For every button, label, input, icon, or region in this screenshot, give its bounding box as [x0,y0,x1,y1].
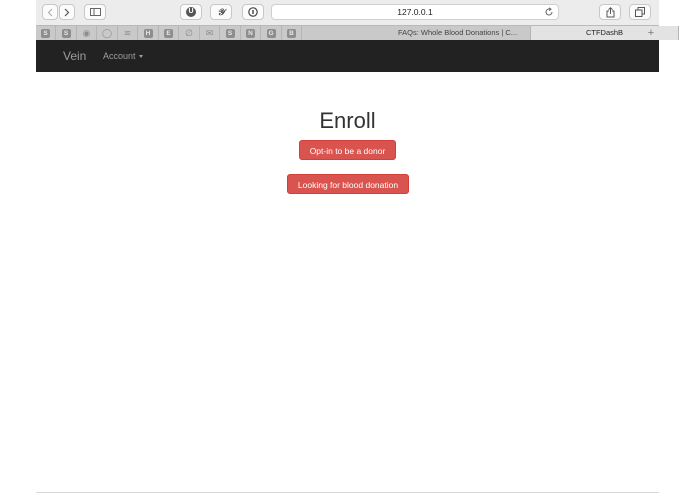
g-icon: G [266,28,276,38]
pinned-tab[interactable]: S [221,26,241,40]
opt-in-donor-button[interactable]: Opt-in to be a donor [299,140,396,160]
n-icon: N [246,28,255,38]
footer-divider [36,492,659,493]
pinned-tab[interactable]: ◉ [77,26,97,40]
extension-y-button[interactable]: 𝒴 [210,4,232,20]
pinned-tab[interactable]: N [241,26,261,40]
share-icon [606,6,614,17]
mail-icon: ✉ [205,27,214,38]
looking-for-donation-button[interactable]: Looking for blood donation [287,174,409,194]
browser-toolbar: U 𝒴 127.0.0.1 [36,0,659,25]
h-icon: H [143,28,153,38]
info-icon [248,7,258,17]
pinned-tab[interactable]: H [139,26,159,40]
tabs-icon [635,7,645,17]
pinned-tab[interactable]: ∅ [180,26,200,40]
new-tab-button[interactable]: + [643,26,659,40]
s-icon: S [225,28,235,38]
account-label: Account [103,51,136,61]
share-button[interactable] [599,4,621,20]
tab-bar: S S ◉ ◯ ≋ H E ∅ ✉ S N G B FAQs: Whole Blood Donation… [36,25,679,40]
navbar: Vein Account [36,40,659,72]
forward-button[interactable] [59,4,75,20]
chevron-left-icon [47,8,53,16]
messenger-icon: ◉ [82,27,91,38]
e-icon: E [164,28,173,38]
page-title: Enroll [319,108,376,133]
sidebar-icon [89,8,101,16]
pinned-tab[interactable]: S [36,26,56,40]
chevron-right-icon [64,8,70,16]
brand-link[interactable]: Vein [63,40,86,72]
extension-u-button[interactable]: U [180,4,202,20]
s-icon: S [41,28,50,38]
u-extension-icon: U [186,7,196,17]
stack-icon: ≋ [123,27,132,38]
pinned-tab[interactable]: B [282,26,302,40]
leaf-icon: ∅ [185,27,193,38]
b-icon: B [287,28,296,38]
pinned-tab[interactable]: S [57,26,77,40]
address-bar[interactable]: 127.0.0.1 [271,4,559,20]
extension-info-button[interactable] [242,4,264,20]
github-icon: ◯ [101,27,113,38]
back-button[interactable] [42,4,58,20]
sidebar-button[interactable] [84,4,106,20]
reload-icon[interactable] [544,7,554,17]
tab-faqs[interactable]: FAQs: Whole Blood Donations | C... [385,26,531,40]
pinned-tab[interactable]: ✉ [200,26,220,40]
caret-down-icon [138,55,143,59]
pinned-tab[interactable]: G [262,26,282,40]
pinned-tab[interactable]: ◯ [98,26,118,40]
y-extension-icon: 𝒴 [217,6,225,17]
s-icon: S [61,28,71,38]
url-text: 127.0.0.1 [397,7,433,17]
account-dropdown[interactable]: Account [103,40,143,72]
pinned-tab[interactable]: ≋ [118,26,138,40]
tabs-overview-button[interactable] [629,4,651,20]
pinned-tab[interactable]: E [159,26,179,40]
